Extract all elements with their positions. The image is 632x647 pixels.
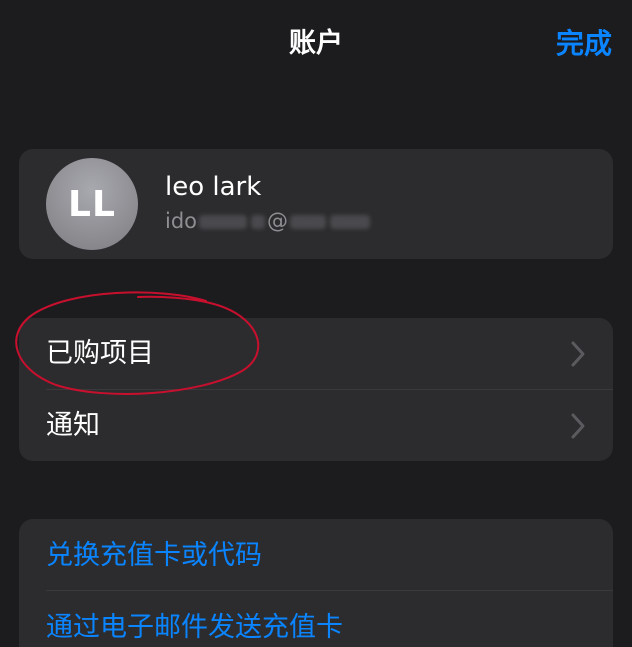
profile-card[interactable]: LL leo lark ido @ <box>19 149 613 259</box>
email-visible-prefix: ido <box>165 209 198 233</box>
email-redaction <box>330 215 371 229</box>
email-gift-card-link[interactable]: 通过电子邮件发送充值卡 <box>46 609 343 647</box>
chevron-right-icon <box>571 413 585 439</box>
links-card: 兑换充值卡或代码 通过电子邮件发送充值卡 <box>19 519 613 647</box>
page-title: 账户 <box>289 28 343 59</box>
redeem-code-link[interactable]: 兑换充值卡或代码 <box>46 537 262 575</box>
notifications-label: 通知 <box>46 410 100 441</box>
email-redaction <box>290 215 327 229</box>
redeem-code-row[interactable]: 兑换充值卡或代码 <box>19 519 613 590</box>
profile-email: ido @ <box>165 206 372 236</box>
done-button[interactable]: 完成 <box>556 24 612 64</box>
purchased-items-row[interactable]: 已购项目 <box>19 318 613 389</box>
email-redaction <box>251 215 266 229</box>
chevron-right-icon <box>571 341 585 367</box>
purchased-items-label: 已购项目 <box>46 338 154 369</box>
avatar: LL <box>46 158 138 250</box>
email-gift-card-row[interactable]: 通过电子邮件发送充值卡 <box>19 591 613 647</box>
avatar-initials: LL <box>68 183 116 225</box>
menu-card: 已购项目 通知 <box>19 318 613 461</box>
notifications-row[interactable]: 通知 <box>19 390 613 461</box>
email-at-sign: @ <box>267 209 289 233</box>
email-redaction <box>199 215 248 229</box>
profile-name: leo lark <box>165 172 262 202</box>
account-screen: 账户 完成 LL leo lark ido @ 已购项目 通知 兑换充值卡或代码 <box>0 0 632 647</box>
